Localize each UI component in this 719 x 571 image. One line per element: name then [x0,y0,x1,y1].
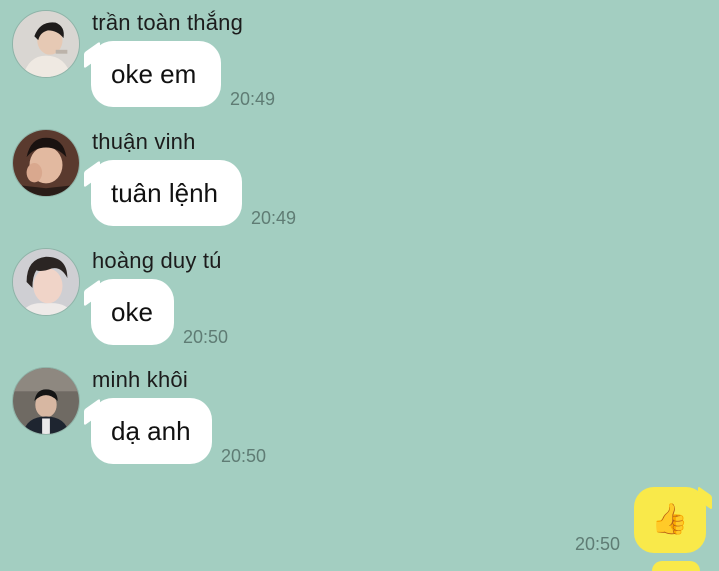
message-timestamp: 20:49 [230,89,276,109]
sender-name: thuận vinh [92,129,196,154]
outgoing-message-bubble[interactable]: 👍 [634,487,706,553]
thumbs-up-icon: 👍 [651,503,689,536]
chat-message: thuận vinh tuân lệnh 20:49 [0,119,719,237]
avatar[interactable] [12,10,80,78]
chat-message: trần toàn thắng oke em 20:49 [0,0,719,118]
message-timestamp: 20:50 [183,327,229,347]
message-bubble[interactable]: tuân lệnh [91,160,242,226]
message-timestamp: 20:50 [575,534,621,554]
sender-name: minh khôi [92,367,188,392]
message-timestamp: 20:50 [221,446,267,466]
avatar[interactable] [12,367,80,435]
chat-message: minh khôi dạ anh 20:50 [0,357,719,475]
message-timestamp: 20:49 [251,208,297,228]
message-bubble[interactable]: oke em [91,41,221,107]
message-bubble[interactable]: oke [91,279,174,345]
avatar[interactable] [12,248,80,316]
sender-name: hoàng duy tú [92,248,222,273]
message-bubble[interactable]: dạ anh [91,398,212,464]
avatar[interactable] [12,129,80,197]
chat-message: hoàng duy tú oke 20:50 [0,238,719,356]
sender-name: trần toàn thắng [92,10,244,35]
outgoing-message-bubble-partial [652,561,700,571]
